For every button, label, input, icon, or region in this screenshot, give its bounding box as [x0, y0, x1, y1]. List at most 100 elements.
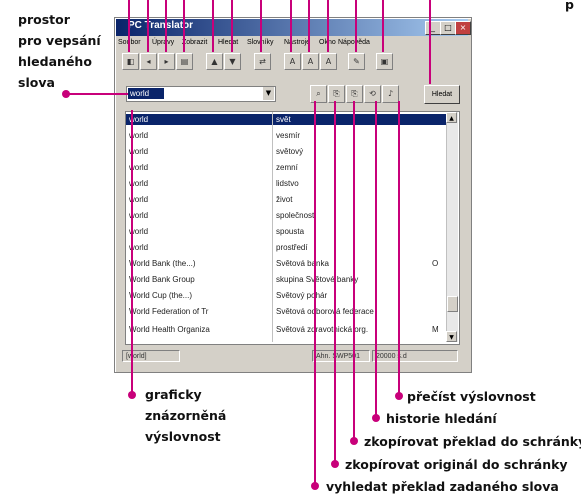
menu-zobrazit[interactable]: Zobrazit [182, 39, 207, 46]
callout-line [260, 0, 262, 52]
callout-line [429, 0, 431, 84]
original-cell: World Bank (the...) [129, 259, 196, 268]
status-count: 20000 s.d [372, 350, 458, 362]
translation-cell: Světová banka [276, 259, 329, 268]
menu-hledat[interactable]: Hledat [218, 39, 238, 46]
callout-line [66, 93, 128, 95]
callout-dot [395, 392, 403, 400]
history-icon[interactable]: ⟲ [364, 85, 381, 103]
arrow-up-icon[interactable]: ▲ [206, 53, 223, 70]
font-b-icon[interactable]: A [302, 53, 319, 70]
font-c-icon[interactable]: A [320, 53, 337, 70]
annotation-search-field-line1: prostor [18, 12, 70, 27]
scroll-thumb[interactable] [447, 296, 458, 312]
translation-cell: světový [276, 147, 304, 156]
original-cell: world [129, 211, 149, 220]
arrow-down-icon[interactable]: ▼ [224, 53, 241, 70]
callout-line [308, 0, 310, 52]
extra-cell: O [432, 259, 439, 268]
callout-line [375, 101, 377, 418]
print-icon[interactable]: ▣ [376, 53, 393, 70]
original-cell: world [129, 179, 149, 188]
translation-cell: společnost [276, 211, 315, 220]
annotation-copy-original: zkopírovat originál do schránky [345, 457, 568, 472]
status-dictionary: Ahn. SWP501 [312, 350, 370, 362]
callout-dot [350, 437, 358, 445]
note-icon[interactable]: ✎ [348, 53, 365, 70]
results-list[interactable]: world svět world vesmír world světový world… [125, 111, 460, 345]
font-a-icon[interactable]: A [284, 53, 301, 70]
scroll-up-icon[interactable]: ▲ [446, 112, 457, 123]
callout-line [353, 101, 355, 441]
original-cell: world [129, 243, 149, 252]
translation-cell: zemní [276, 163, 298, 172]
translation-cell: vesmír [276, 131, 300, 140]
search-input-value: world [128, 88, 164, 99]
copy-original-icon[interactable]: ⎘ [328, 85, 345, 103]
callout-line [327, 0, 329, 52]
menu-upravy[interactable]: Úpravy [152, 39, 174, 46]
annotation-search-field-line2: pro vepsání [18, 33, 101, 48]
original-cell: World Federation of Tr [129, 307, 209, 316]
annotation-copy-translation: zkopírovat překlad do schránky [364, 434, 581, 449]
original-cell: world [129, 227, 149, 236]
chevron-down-icon[interactable]: ▼ [262, 87, 274, 100]
translation-cell: skupina Světové banky [276, 275, 359, 284]
speaker-icon[interactable]: ♪ [382, 85, 399, 103]
original-cell: world [129, 115, 149, 124]
binoculars-icon[interactable]: ⌕ [310, 85, 327, 103]
translation-cell: svět [276, 115, 291, 124]
maximize-button[interactable]: □ [440, 21, 456, 35]
callout-line [128, 0, 130, 52]
column-separator [272, 112, 273, 342]
original-cell: world [129, 147, 149, 156]
callout-dot [311, 482, 319, 490]
new-icon[interactable]: ◧ [122, 53, 139, 70]
close-button[interactable]: × [455, 21, 471, 35]
callout-dot [372, 414, 380, 422]
search-button[interactable]: Hledat [424, 85, 460, 104]
translation-cell: život [276, 195, 293, 204]
callout-line [165, 0, 167, 52]
translation-cell: spousta [276, 227, 305, 236]
forward-icon[interactable]: ▸ [158, 53, 175, 70]
annotation-pronunciation-line1: graficky [145, 387, 202, 402]
translation-cell: Světový pohár [276, 291, 328, 300]
minimize-button[interactable]: _ [425, 21, 441, 35]
translation-cell: lidstvo [276, 179, 299, 188]
original-cell: World Bank Group [129, 275, 195, 284]
callout-line [382, 0, 384, 52]
extra-cell: M [432, 325, 439, 334]
partial-annotation: p [565, 0, 574, 12]
dictionary-icon[interactable]: ▤ [176, 53, 193, 70]
callout-line [183, 0, 185, 52]
original-cell: World Cup (the...) [129, 291, 192, 300]
translation-cell: Světová odborová federace [276, 307, 374, 316]
annotation-search-field-line3: hledaného [18, 54, 92, 69]
callout-line [212, 0, 214, 52]
annotation-pronunciation-line2: znázorněná [145, 408, 227, 423]
annotation-history: historie hledání [386, 411, 497, 426]
scroll-down-icon[interactable]: ▼ [446, 331, 457, 342]
annotation-search-field-line4: slova [18, 75, 55, 90]
swap-icon[interactable]: ⇄ [254, 53, 271, 70]
callout-line [231, 0, 233, 52]
back-icon[interactable]: ◂ [140, 53, 157, 70]
callout-line [314, 101, 316, 486]
original-cell: world [129, 131, 149, 140]
callout-line [290, 0, 292, 52]
menu-napoveda[interactable]: Nápověda [338, 39, 370, 46]
annotation-read-pronunciation: přečíst výslovnost [407, 389, 536, 404]
annotation-find-translation: vyhledat překlad zadaného slova [326, 479, 559, 494]
annotation-pronunciation-line3: výslovnost [145, 429, 221, 444]
callout-line [398, 101, 400, 396]
translation-cell: prostředí [276, 243, 308, 252]
callout-line [355, 0, 357, 52]
callout-line [334, 101, 336, 464]
original-cell: world [129, 163, 149, 172]
callout-dot [331, 460, 339, 468]
translation-cell: Světová zdravotnická org. [276, 325, 369, 334]
original-cell: World Health Organiza [129, 325, 210, 334]
callout-dot [128, 391, 136, 399]
menu-nastroje[interactable]: Nástroje [284, 39, 310, 46]
